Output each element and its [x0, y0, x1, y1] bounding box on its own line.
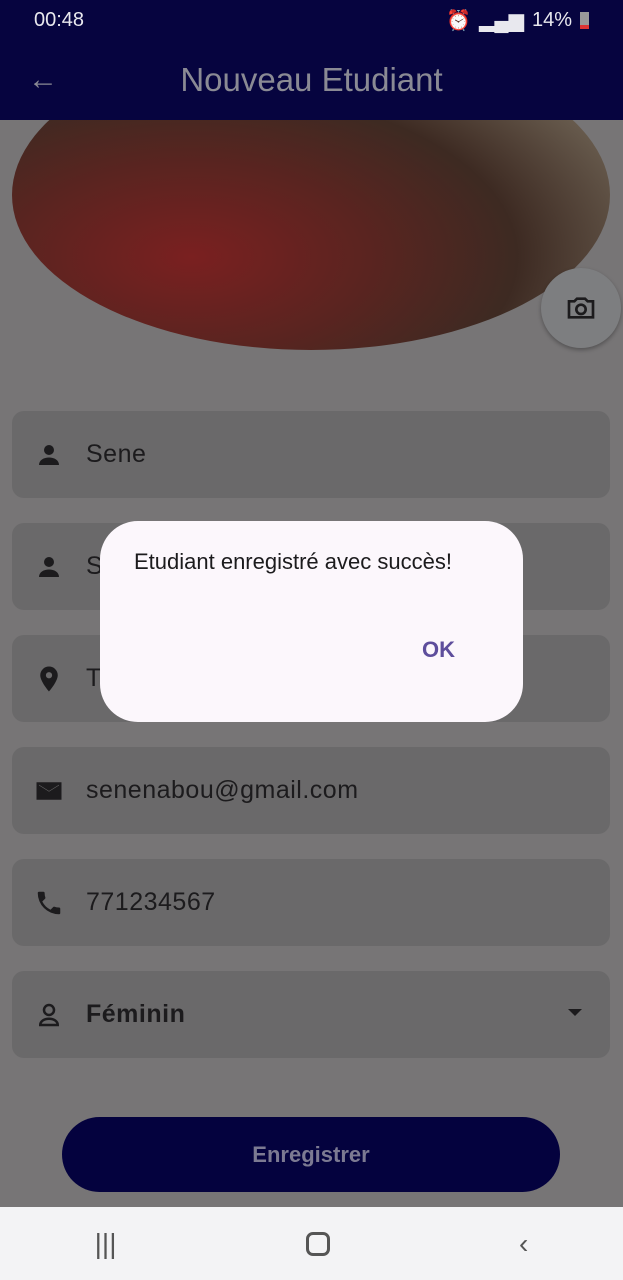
ok-button[interactable]: OK [422, 637, 455, 663]
phone-value: 771234567 [86, 888, 216, 916]
status-time: 00:48 [34, 8, 85, 31]
phone-icon [37, 891, 61, 914]
person-icon [39, 556, 59, 577]
app-bar: ← Nouveau Etudiant [0, 40, 623, 120]
signal-icon: ▂▄▆ [479, 9, 524, 32]
nom-value: Sene [86, 440, 147, 468]
battery-icon [580, 11, 589, 29]
recent-apps-icon[interactable]: ||| [95, 1228, 117, 1260]
phone-field[interactable]: 771234567 [12, 859, 610, 946]
genre-select[interactable]: Féminin [12, 971, 610, 1058]
person-outline-icon [38, 1003, 60, 1026]
nom-field[interactable]: Sene [12, 411, 610, 498]
genre-value: Féminin [86, 1000, 186, 1028]
status-bar: 00:48 ⏰ ▂▄▆ 14% [0, 0, 623, 40]
email-field[interactable]: senenabou@gmail.com [12, 747, 610, 834]
save-button[interactable]: Enregistrer [62, 1117, 560, 1192]
email-icon [36, 781, 62, 800]
dropdown-arrow-icon [568, 1009, 582, 1023]
battery-level: 14% [531, 8, 572, 31]
location-pin-icon [40, 666, 58, 691]
home-icon[interactable] [305, 1231, 330, 1256]
page-title: Nouveau Etudiant [180, 61, 443, 98]
back-arrow-icon[interactable]: ← [28, 63, 58, 97]
back-icon[interactable]: ‹ [519, 1228, 528, 1260]
system-nav-bar: ||| ‹ [0, 1207, 623, 1280]
camera-button[interactable] [541, 268, 621, 348]
alarm-icon: ⏰ [446, 9, 472, 32]
success-dialog: Etudiant enregistré avec succès! OK [100, 521, 523, 722]
email-value: senenabou@gmail.com [86, 776, 359, 804]
dialog-message: Etudiant enregistré avec succès! [134, 549, 452, 574]
status-icons: ⏰ ▂▄▆ 14% [446, 8, 589, 33]
camera-icon [567, 297, 595, 319]
person-icon [39, 444, 59, 465]
